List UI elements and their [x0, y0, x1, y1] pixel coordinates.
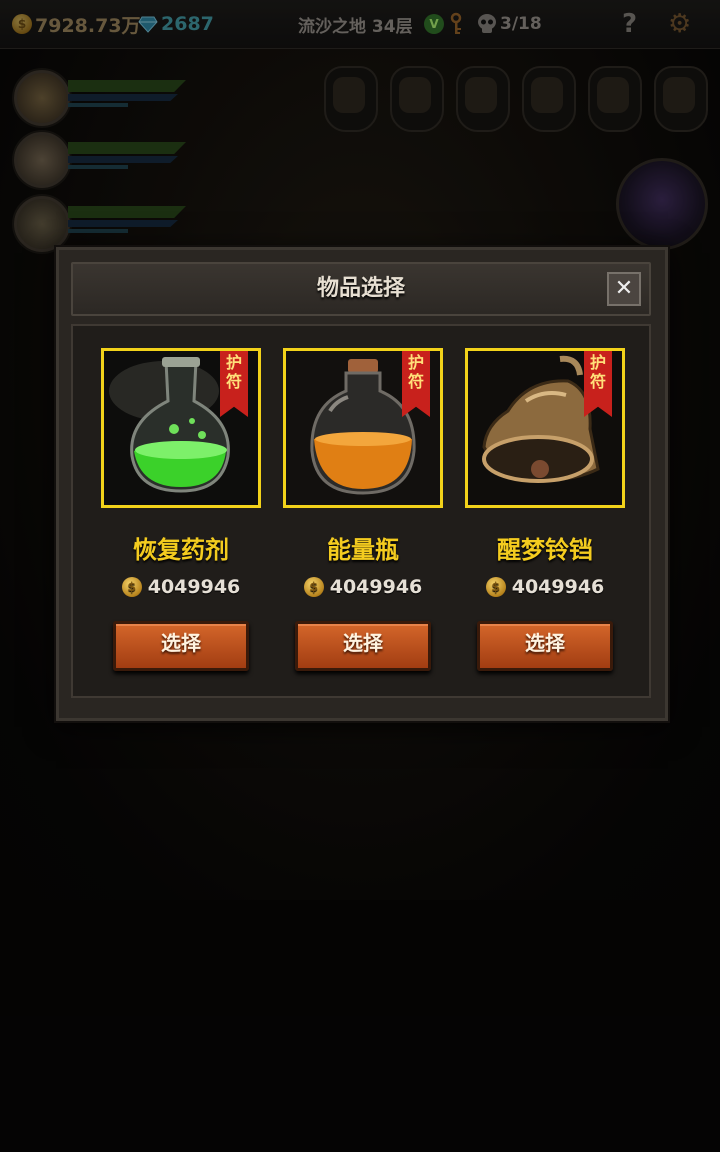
dialog-title: 物品选择 [316, 276, 405, 301]
price-value: 4049946 [147, 576, 241, 598]
select-button[interactable]: 选择 [295, 621, 431, 671]
select-button[interactable]: 选择 [477, 621, 613, 671]
item-image[interactable]: 护符 [465, 348, 625, 508]
gold-coin-icon: $ [121, 577, 142, 597]
select-button[interactable]: 选择 [113, 621, 249, 671]
item-image[interactable]: 护符 [283, 348, 443, 508]
item-price: $ 4049946 [465, 575, 625, 599]
amulet-badge: 护符 [584, 351, 612, 417]
close-button[interactable]: ✕ [607, 272, 641, 306]
price-value: 4049946 [511, 576, 605, 598]
item-price: $ 4049946 [101, 575, 261, 599]
item-name: 能量瓶 [327, 536, 399, 564]
dialog-header: 物品选择 ✕ [71, 262, 651, 316]
gold-coin-icon: $ [485, 577, 506, 597]
dialog-body: 护符 恢复药剂 $ 4049946 选择 护符 能量瓶 $ 4049946 选择… [71, 324, 651, 698]
gold-coin-icon: $ [303, 577, 324, 597]
item-card: 护符 恢复药剂 $ 4049946 选择 [101, 348, 261, 671]
item-select-dialog: 物品选择 ✕ 护符 恢复药剂 $ 4049946 选择 护符 能量瓶 $ 404… [56, 247, 668, 721]
amulet-badge: 护符 [220, 351, 248, 417]
amulet-badge: 护符 [402, 351, 430, 417]
item-card: 护符 能量瓶 $ 4049946 选择 [283, 348, 443, 671]
item-name: 恢复药剂 [133, 536, 229, 564]
item-image[interactable]: 护符 [101, 348, 261, 508]
item-name: 醒梦铃铛 [497, 536, 593, 564]
price-value: 4049946 [329, 576, 423, 598]
item-card: 护符 醒梦铃铛 $ 4049946 选择 [465, 348, 625, 671]
item-price: $ 4049946 [283, 575, 443, 599]
